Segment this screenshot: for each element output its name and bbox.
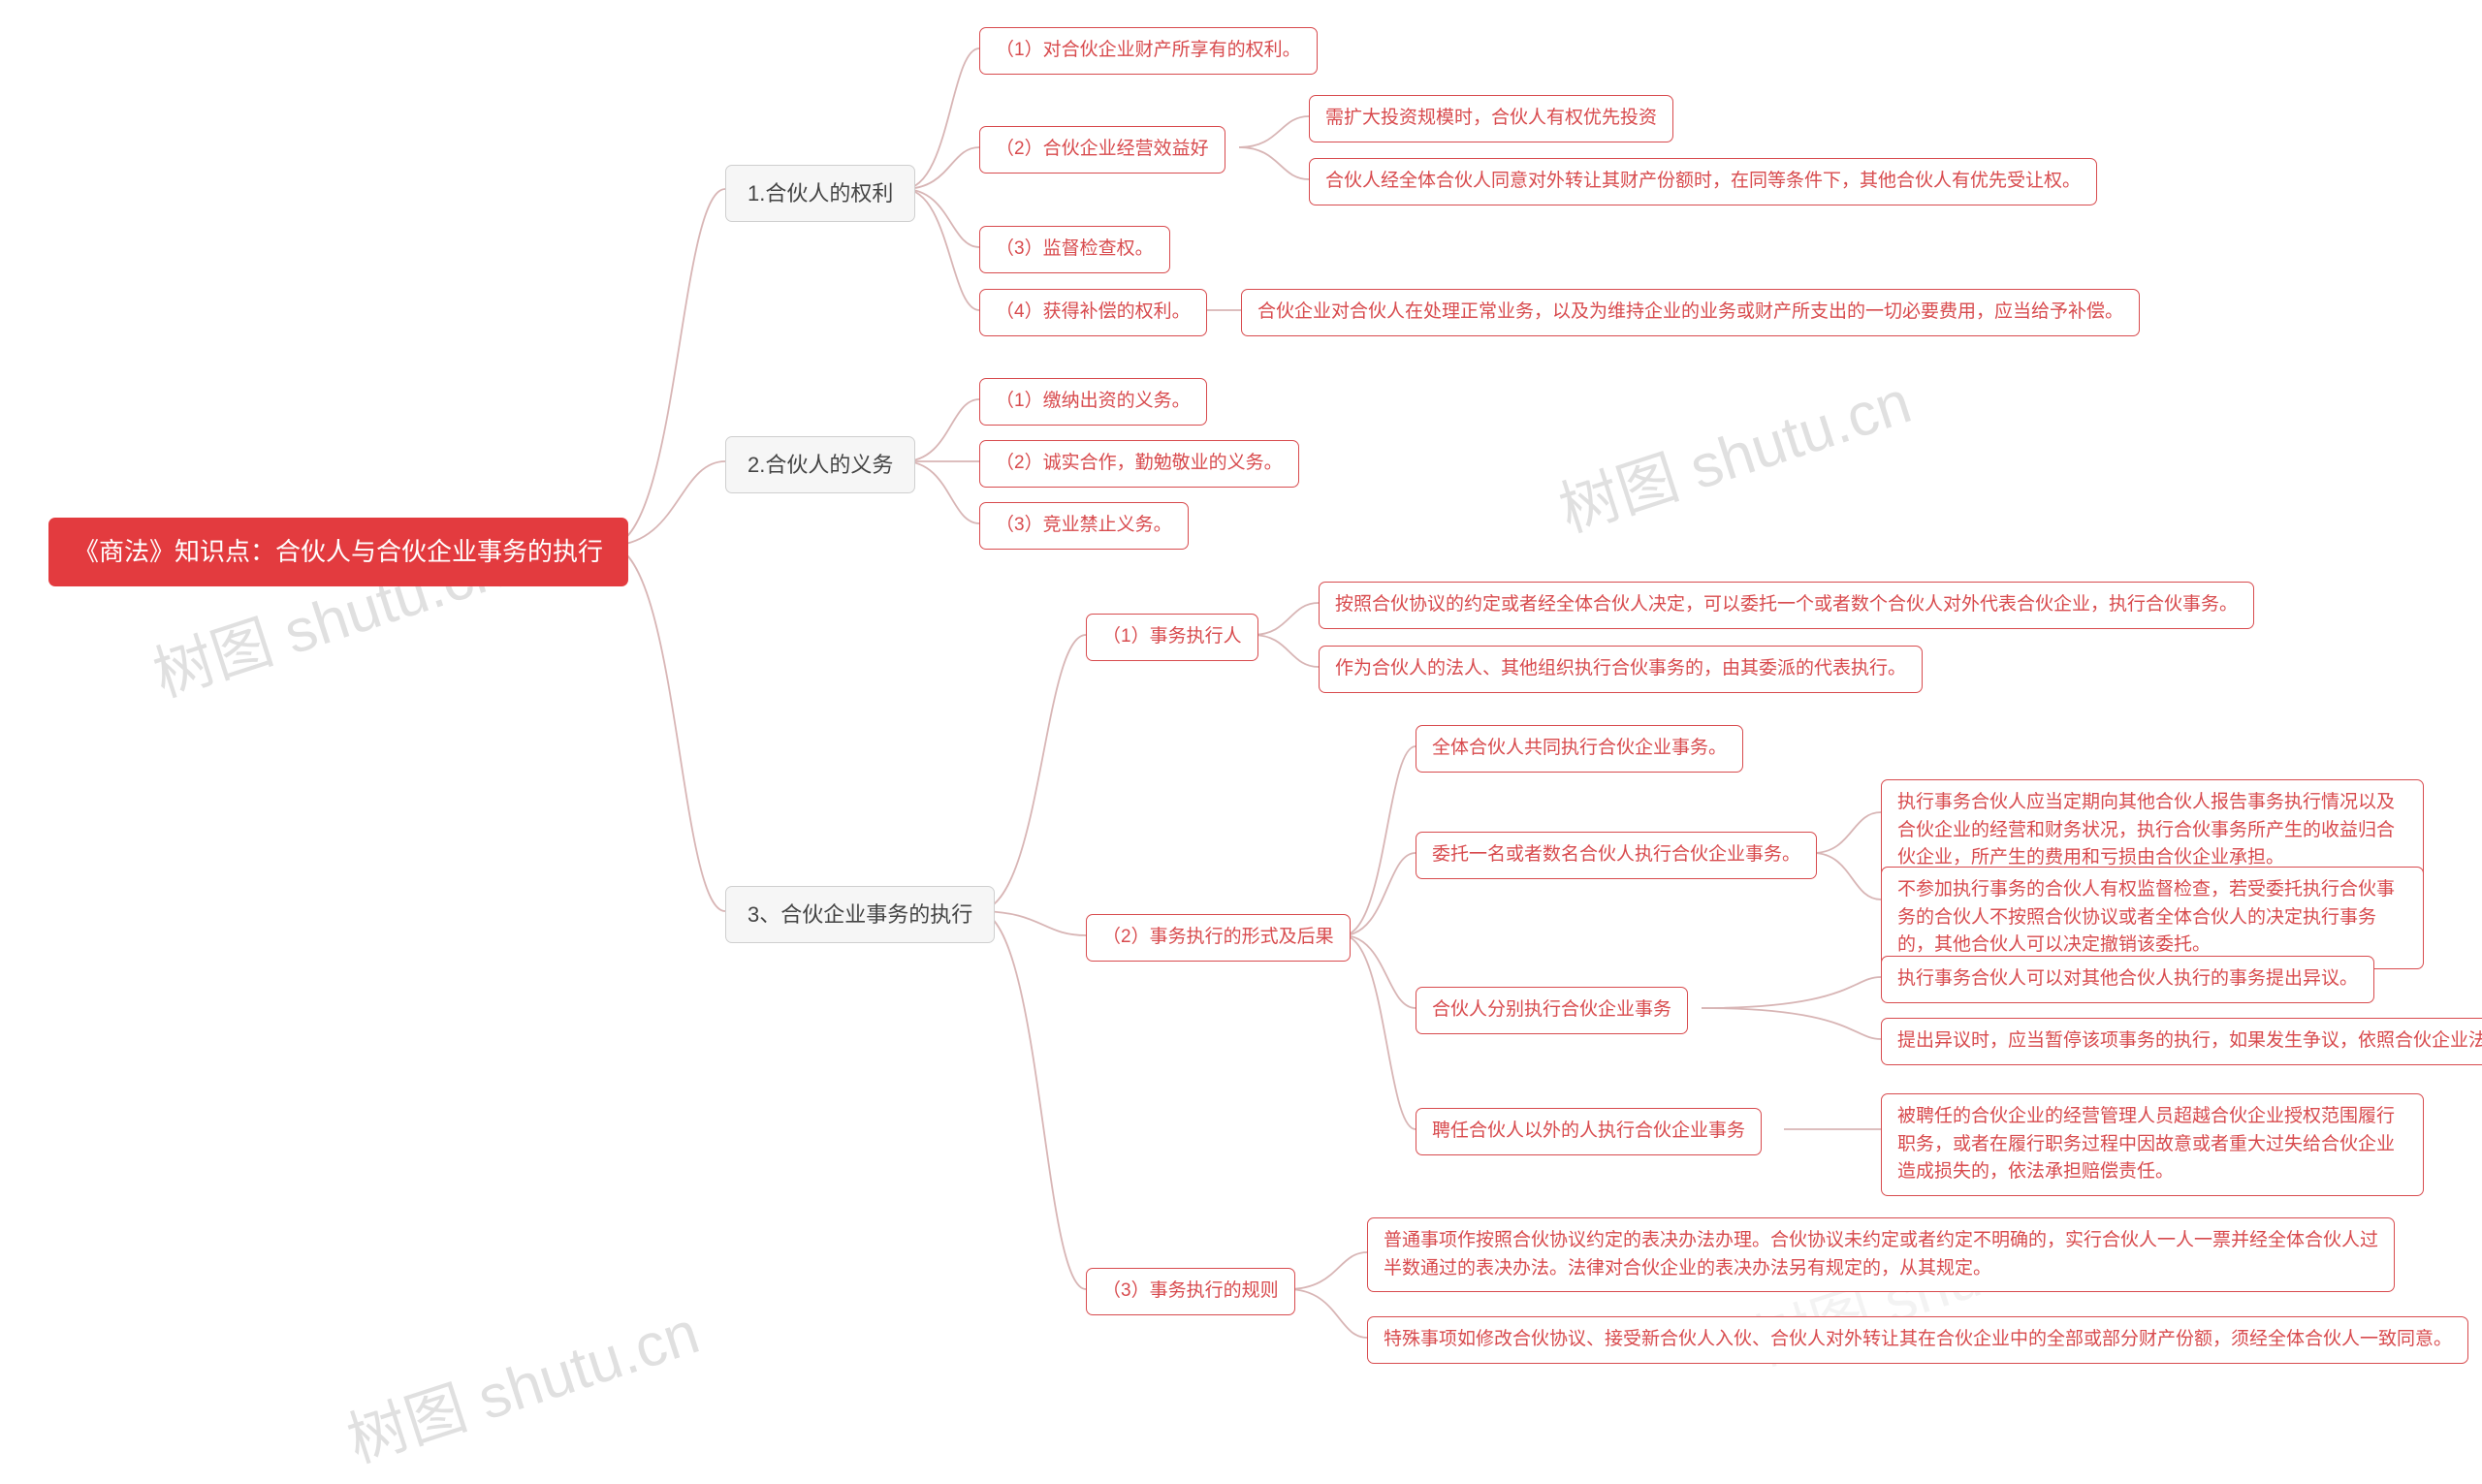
b3-c2a[interactable]: 全体合伙人共同执行合伙企业事务。	[1416, 725, 1743, 773]
b3-c1[interactable]: （1）事务执行人	[1086, 614, 1258, 661]
b3-c1a[interactable]: 按照合伙协议的约定或者经全体合伙人决定，可以委托一个或者数个合伙人对外代表合伙企…	[1319, 582, 2254, 629]
watermark: 树图 shutu.cn	[334, 1283, 708, 1479]
branch-2[interactable]: 2.合伙人的义务	[725, 436, 915, 493]
b3-c1b[interactable]: 作为合伙人的法人、其他组织执行合伙事务的，由其委派的代表执行。	[1319, 646, 1923, 693]
b3-c3[interactable]: （3）事务执行的规则	[1086, 1268, 1295, 1315]
branch-3[interactable]: 3、合伙企业事务的执行	[725, 886, 995, 943]
b1-c2[interactable]: （2）合伙企业经营效益好	[979, 126, 1225, 174]
b1-c2a[interactable]: 需扩大投资规模时，合伙人有权优先投资	[1309, 95, 1673, 142]
b3-c2d[interactable]: 聘任合伙人以外的人执行合伙企业事务	[1416, 1108, 1762, 1155]
b1-c4a[interactable]: 合伙企业对合伙人在处理正常业务，以及为维持企业的业务或财产所支出的一切必要费用，…	[1241, 289, 2140, 336]
b3-c2d1[interactable]: 被聘任的合伙企业的经营管理人员超越合伙企业授权范围履行职务，或者在履行职务过程中…	[1881, 1093, 2424, 1196]
branch-1[interactable]: 1.合伙人的权利	[725, 165, 915, 222]
watermark: 树图 shutu.cn	[1546, 353, 1920, 549]
b3-c2c1[interactable]: 执行事务合伙人可以对其他合伙人执行的事务提出异议。	[1881, 956, 2374, 1003]
b3-c2b2[interactable]: 不参加执行事务的合伙人有权监督检查，若受委托执行合伙事务的合伙人不按照合伙协议或…	[1881, 867, 2424, 969]
b3-c2c[interactable]: 合伙人分别执行合伙企业事务	[1416, 987, 1688, 1034]
b1-c4[interactable]: （4）获得补偿的权利。	[979, 289, 1207, 336]
b3-c2[interactable]: （2）事务执行的形式及后果	[1086, 914, 1351, 962]
b1-c1[interactable]: （1）对合伙企业财产所享有的权利。	[979, 27, 1318, 75]
b3-c2c2[interactable]: 提出异议时，应当暂停该项事务的执行，如果发生争议，依照合伙企业法的规定作出决定。	[1881, 1018, 2482, 1065]
b3-c3a[interactable]: 普通事项作按照合伙协议约定的表决办法办理。合伙协议未约定或者约定不明确的，实行合…	[1367, 1217, 2395, 1292]
mindmap-canvas: 树图 shutu.cn 树图 shutu.cn 树图 shutu.cn 树图 s…	[0, 0, 2482, 1484]
b3-c3b[interactable]: 特殊事项如修改合伙协议、接受新合伙人入伙、合伙人对外转让其在合伙企业中的全部或部…	[1367, 1316, 2468, 1364]
root-node[interactable]: 《商法》知识点：合伙人与合伙企业事务的执行	[48, 518, 628, 586]
b2-c2[interactable]: （2）诚实合作，勤勉敬业的义务。	[979, 440, 1299, 488]
b2-c3[interactable]: （3）竞业禁止义务。	[979, 502, 1189, 550]
b1-c3[interactable]: （3）监督检查权。	[979, 226, 1170, 273]
b3-c2b[interactable]: 委托一名或者数名合伙人执行合伙企业事务。	[1416, 832, 1817, 879]
b1-c2b[interactable]: 合伙人经全体合伙人同意对外转让其财产份额时，在同等条件下，其他合伙人有优先受让权…	[1309, 158, 2097, 205]
b2-c1[interactable]: （1）缴纳出资的义务。	[979, 378, 1207, 426]
